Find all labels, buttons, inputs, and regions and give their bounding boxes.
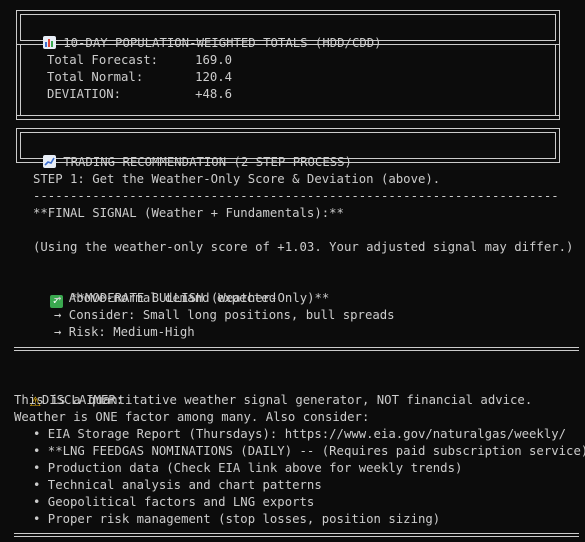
disclaimer-item: • EIA Storage Report (Thursdays): https:…: [33, 427, 567, 441]
final-signal-heading: **FINAL SIGNAL (Weather + Fundamentals):…: [33, 206, 344, 220]
disclaimer-item: • Production data (Check EIA link above …: [33, 461, 463, 475]
step1-text: STEP 1: Get the Weather-Only Score & Dev…: [33, 172, 441, 186]
totals-box-right-inner-border: [555, 45, 556, 115]
dash-divider: ----------------------------------------…: [33, 189, 559, 203]
disclaimer-heading: ⚠DISCLAIMER:: [14, 375, 123, 409]
section-title-trading: TRADING RECOMMENDATION (2-STEP PROCESS): [28, 137, 352, 169]
section-title-text: TRADING RECOMMENDATION (2-STEP PROCESS): [63, 155, 352, 169]
signal-bullet: → Risk: Medium-High: [54, 325, 195, 339]
disclaimer-item: • **LNG FEEDGAS NOMINATIONS (DAILY) -- (…: [33, 444, 585, 458]
disclaimer-line: Weather is ONE factor among many. Also c…: [14, 410, 370, 424]
disclaimer-item: • Geopolitical factors and LNG exports: [33, 495, 315, 509]
double-rule-divider: [14, 347, 579, 351]
disclaimer-item: • Proper risk management (stop losses, p…: [33, 512, 441, 526]
totals-box-left-inner-border: [20, 45, 21, 115]
weather-score-note: (Using the weather-only score of +1.03. …: [33, 240, 574, 254]
bar-chart-icon: [42, 36, 56, 49]
signal-line: ✓ **MODERATE BULLISH (Weather-Only)**: [35, 273, 329, 308]
total-normal-row: Total Normal: 120.4: [47, 70, 233, 84]
signal-bullet: → Above-normal demand expected: [54, 291, 277, 305]
totals-box-left-border: [16, 45, 17, 119]
totals-box-right-border: [559, 45, 560, 119]
disclaimer-item: • Technical analysis and chart patterns: [33, 478, 322, 492]
disclaimer-line: This is a quantitative weather signal ge…: [14, 393, 533, 407]
deviation-row: DEVIATION: +48.6: [47, 87, 233, 101]
double-rule-divider: [14, 533, 579, 537]
total-forecast-row: Total Forecast: 169.0: [47, 53, 233, 67]
signal-bullet: → Consider: Small long positions, bull s…: [54, 308, 395, 322]
section-title-text: 10-DAY POPULATION-WEIGHTED TOTALS (HDD/C…: [63, 36, 382, 50]
section-title-totals: 10-DAY POPULATION-WEIGHTED TOTALS (HDD/C…: [28, 18, 382, 50]
trending-up-chart-icon: [42, 155, 56, 168]
totals-box-bottom-border: [16, 115, 560, 120]
